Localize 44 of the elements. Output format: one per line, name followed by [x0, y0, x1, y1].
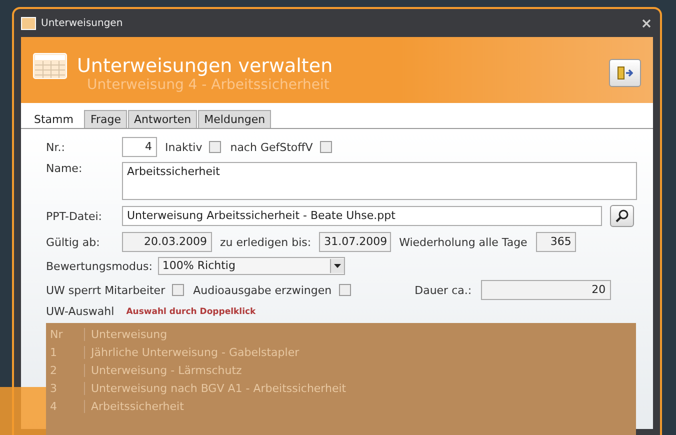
form-title: Unterweisungen verwalten [77, 55, 334, 77]
search-icon [615, 209, 629, 223]
checkbox[interactable] [172, 284, 184, 296]
table-cell: 2 [46, 364, 85, 376]
field-label: Nr.: [46, 140, 66, 154]
field-label: Inaktiv [165, 140, 202, 154]
field-label: PPT-Datei: [46, 210, 103, 222]
date-field[interactable]: 31.07.2009 [319, 232, 392, 252]
search-button[interactable] [610, 205, 634, 227]
caret-icon [330, 259, 344, 273]
date-field[interactable]: 20.03.2009 [122, 232, 212, 252]
column-header: Unterweisung [90, 328, 168, 340]
checkbox[interactable] [338, 284, 351, 296]
window-title: Unterweisungen [41, 18, 124, 28]
checkbox[interactable] [209, 141, 222, 153]
field-label: UW sperrt Mitarbeiter [46, 284, 166, 296]
table-cell: 1 [46, 346, 85, 358]
door-arrow-icon [617, 66, 633, 80]
field-label: Dauer ca.: [414, 284, 472, 296]
section-label: UW-Auswahl [46, 305, 114, 318]
tab[interactable]: Meldungen [198, 110, 272, 128]
checkbox[interactable] [320, 141, 332, 153]
name-field[interactable]: Arbeitssicherheit [122, 162, 637, 200]
number-field[interactable]: 20 [480, 280, 611, 300]
table-icon [33, 53, 67, 79]
field-label: nach GefStoffV [230, 140, 313, 154]
file-field[interactable]: Unterweisung Arbeitssicherheit - Beate Uhse.ppt [122, 206, 602, 226]
exit-button[interactable] [609, 59, 641, 87]
app-icon [21, 16, 36, 30]
form-subtitle: Unterweisung 4 - Arbeitssicherheit [87, 77, 330, 93]
field-label: Name: [46, 162, 84, 175]
tab[interactable]: Antworten [128, 110, 198, 128]
tab[interactable]: Frage [84, 110, 128, 128]
field-label: Audioausgabe erzwingen [193, 284, 332, 296]
number-field[interactable]: 365 [536, 232, 576, 252]
field-label: Gültig ab: [46, 236, 101, 248]
dropdown[interactable]: 100% Richtig [158, 257, 346, 275]
hint-text: Auswahl durch Doppelklick [126, 306, 256, 316]
number-field[interactable]: 4 [122, 137, 157, 157]
field-label: Wiederholung alle Tage [399, 236, 528, 248]
field-label: zu erledigen bis: [220, 236, 312, 248]
column-header: Nr [46, 328, 85, 340]
field-label: Bewertungsmodus: [46, 260, 152, 272]
close-icon[interactable] [640, 16, 653, 30]
